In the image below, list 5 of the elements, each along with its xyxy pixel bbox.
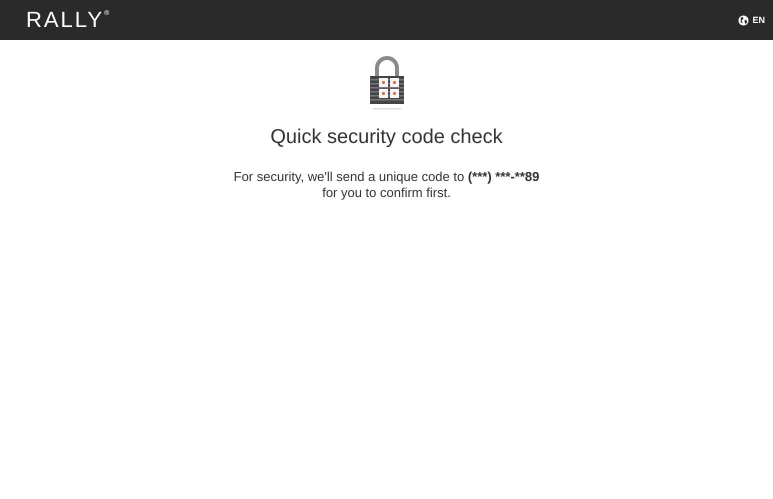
- page-title: Quick security code check: [270, 126, 503, 149]
- language-button[interactable]: EN: [738, 14, 765, 26]
- security-message: For security, we'll send a unique code to (***) ***-**89 for you to confirm first.: [234, 169, 540, 201]
- logo: RALLY$^{®}$: [26, 7, 110, 33]
- globe-icon: [738, 14, 750, 26]
